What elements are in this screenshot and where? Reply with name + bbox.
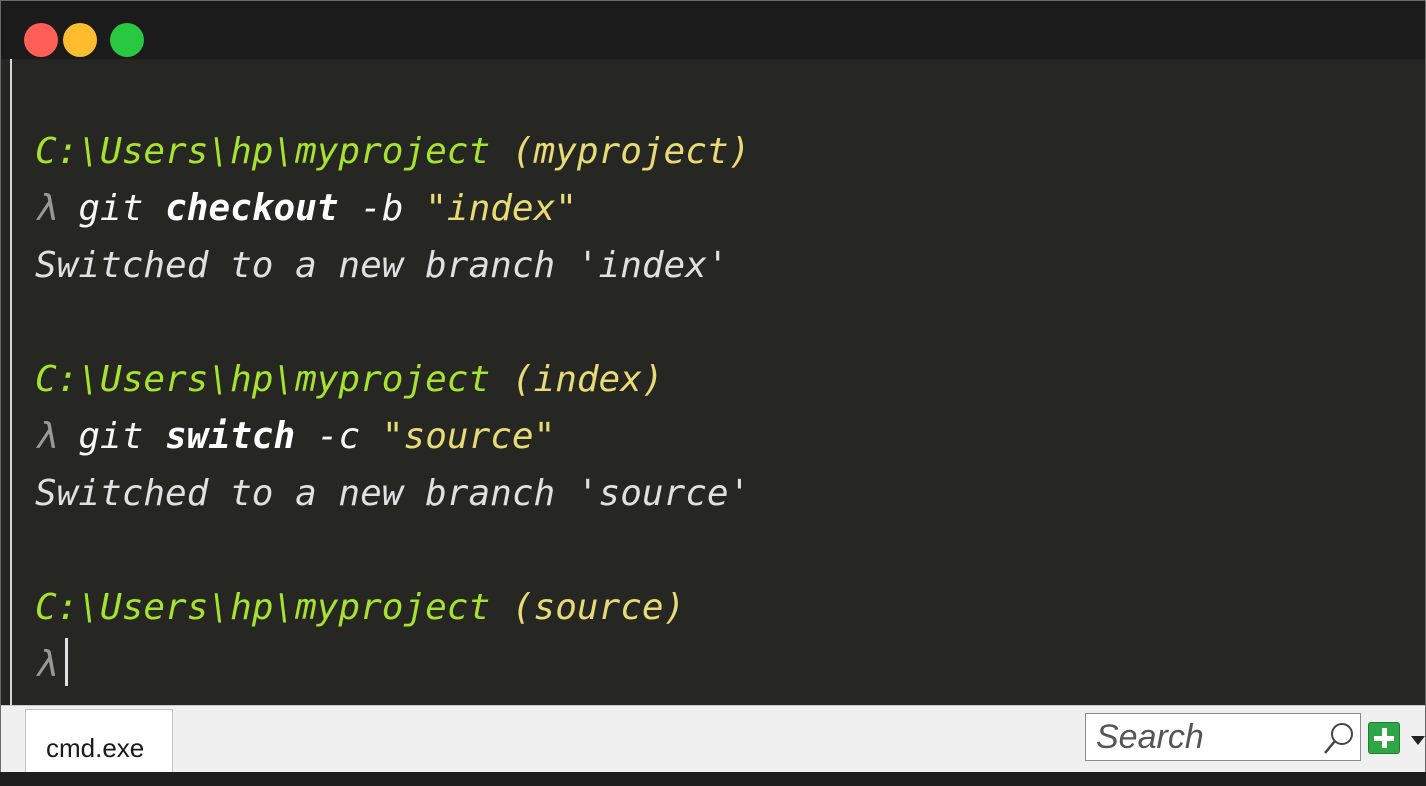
- command-line: λ git checkout -b "index": [35, 180, 750, 237]
- lambda-prompt-symbol: λ: [35, 416, 57, 457]
- active-command-line[interactable]: λ: [35, 636, 750, 693]
- prompt-branch: (source): [511, 587, 686, 628]
- minimize-window-button[interactable]: [63, 23, 97, 57]
- chevron-down-icon[interactable]: [1411, 736, 1425, 745]
- prompt-path: C:\Users\hp\myproject: [35, 587, 491, 628]
- lambda-prompt-symbol: λ: [35, 644, 57, 685]
- command-verb: switch: [165, 416, 296, 457]
- text-cursor: [64, 638, 68, 686]
- command-output: Switched to a new branch 'index': [35, 245, 729, 286]
- command-argument: "index": [425, 188, 577, 229]
- prompt-branch: (index): [511, 359, 664, 400]
- prompt-line: C:\Users\hp\myproject (myproject): [35, 123, 750, 180]
- prompt-line: C:\Users\hp\myproject (source): [35, 579, 750, 636]
- status-bar: cmd.exe: [1, 705, 1425, 772]
- command-flag: -b: [360, 188, 404, 229]
- search-input[interactable]: [1096, 716, 1296, 758]
- search-icon[interactable]: [1318, 719, 1358, 759]
- command-git: git: [78, 188, 144, 229]
- lambda-prompt-symbol: λ: [35, 188, 57, 229]
- prompt-line: C:\Users\hp\myproject (index): [35, 351, 750, 408]
- terminal-output[interactable]: C:\Users\hp\myproject (myproject) λ git …: [35, 123, 750, 693]
- prompt-path: C:\Users\hp\myproject: [35, 131, 491, 172]
- window-edge-divider: [10, 59, 12, 771]
- close-window-button[interactable]: [24, 23, 58, 57]
- terminal-window: C:\Users\hp\myproject (myproject) λ git …: [0, 0, 1426, 772]
- command-verb: checkout: [165, 188, 339, 229]
- search-box[interactable]: [1085, 713, 1361, 761]
- prompt-path: C:\Users\hp\myproject: [35, 359, 491, 400]
- command-git: git: [78, 416, 144, 457]
- command-flag: -c: [316, 416, 361, 457]
- tab-cmd-exe[interactable]: cmd.exe: [25, 709, 173, 772]
- command-argument: "source": [381, 416, 556, 457]
- prompt-branch: (myproject): [511, 131, 751, 172]
- command-line: λ git switch -c "source": [35, 408, 750, 465]
- command-output: Switched to a new branch 'source': [35, 473, 751, 514]
- maximize-window-button[interactable]: [110, 23, 144, 57]
- title-bar: [1, 1, 1425, 59]
- new-tab-button[interactable]: [1368, 722, 1400, 754]
